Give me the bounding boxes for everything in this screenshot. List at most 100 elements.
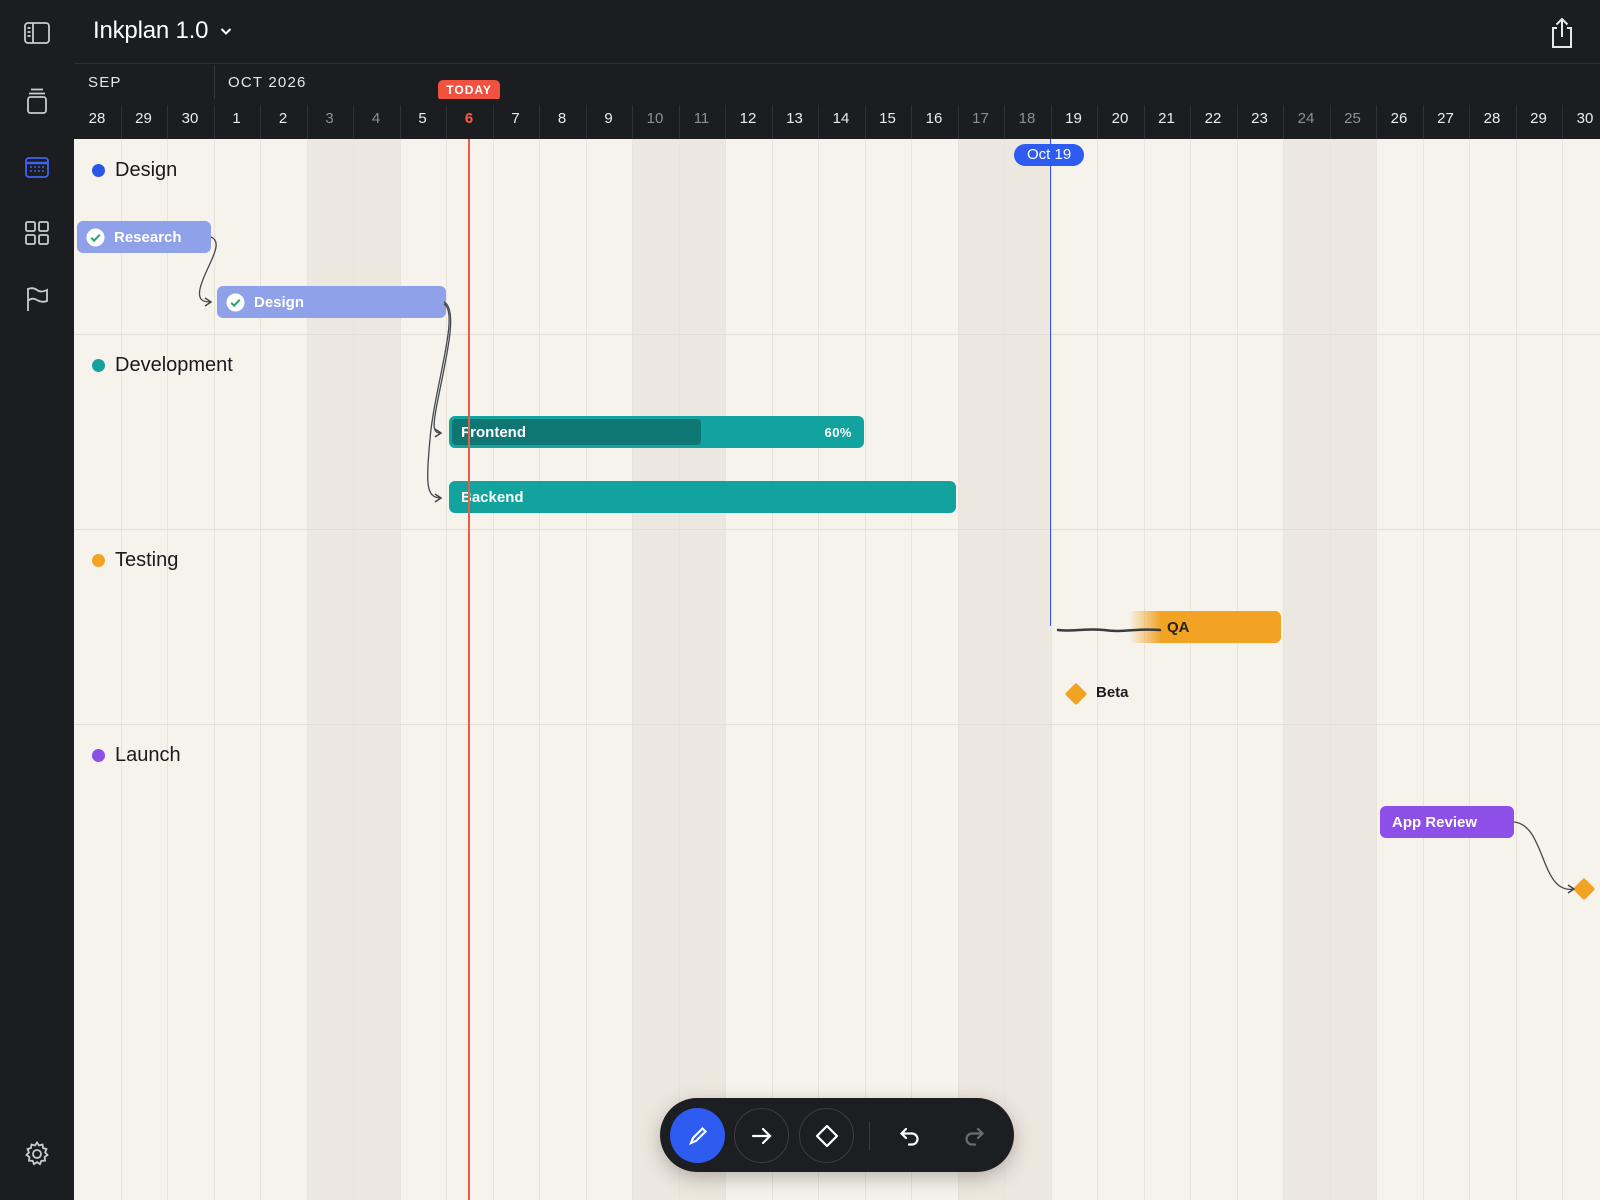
day-label[interactable]: 7 — [493, 110, 539, 127]
group-title-label: Testing — [115, 549, 179, 571]
day-divider — [1516, 105, 1517, 139]
task-label: Research — [114, 228, 182, 246]
grid-column-line — [632, 139, 633, 1200]
calendar-icon[interactable] — [17, 147, 57, 187]
day-label[interactable]: 27 — [1423, 110, 1469, 127]
day-label[interactable]: 28 — [74, 110, 120, 127]
milestone-diamond-launch[interactable] — [1572, 877, 1596, 901]
day-label[interactable]: 4 — [353, 110, 399, 127]
sidebar-toggle-icon[interactable] — [17, 13, 57, 53]
grid-icon[interactable] — [17, 213, 57, 253]
gear-icon[interactable] — [17, 1134, 57, 1174]
task-bar-qa[interactable]: QA — [1129, 611, 1281, 643]
task-label: Design — [254, 293, 305, 311]
group-color-dot — [92, 164, 105, 177]
grid-column-line — [1144, 139, 1145, 1200]
task-label: Frontend — [461, 423, 526, 441]
day-label[interactable]: 28 — [1469, 110, 1515, 127]
check-circle-icon — [226, 292, 245, 312]
group-color-dot — [92, 749, 105, 762]
day-divider — [214, 105, 215, 139]
group-title-launch[interactable]: Launch — [92, 744, 181, 767]
grid-column-line — [1004, 139, 1005, 1200]
day-label[interactable]: 9 — [586, 110, 632, 127]
redo-icon — [964, 1127, 984, 1146]
share-icon[interactable] — [1546, 16, 1578, 50]
group-divider — [74, 529, 1600, 530]
milestone-tool-button[interactable] — [799, 1108, 854, 1163]
today-badge[interactable]: TODAY — [438, 80, 500, 101]
day-label[interactable]: 23 — [1237, 110, 1283, 127]
arrow-right-icon — [751, 1127, 772, 1144]
pencil-tool-button[interactable] — [670, 1108, 725, 1163]
flag-icon[interactable] — [17, 279, 57, 319]
project-title-dropdown[interactable]: Inkplan 1.0 — [93, 17, 234, 45]
date-marker-line[interactable] — [1050, 139, 1051, 626]
day-divider — [725, 105, 726, 139]
grid-column-line — [725, 139, 726, 1200]
day-label[interactable]: 12 — [725, 110, 771, 127]
task-bar-research[interactable]: Research — [77, 221, 211, 253]
day-label[interactable]: 25 — [1330, 110, 1376, 127]
day-label[interactable]: 6 — [446, 110, 492, 127]
group-title-design[interactable]: Design — [92, 159, 177, 182]
grid-column-line — [1283, 139, 1284, 1200]
redo-button[interactable] — [946, 1108, 1001, 1163]
milestone-diamond-beta[interactable] — [1064, 682, 1088, 706]
day-label[interactable]: 11 — [679, 110, 725, 127]
date-marker-badge[interactable]: Oct 19 — [1014, 144, 1085, 166]
day-label[interactable]: 2 — [260, 110, 306, 127]
grid-column-line — [1237, 139, 1238, 1200]
day-header: 28 29 30 1 2 3 4 5 6 7 8 9 10 11 12 13 14 15 16 17 18 19 20 21 2… — [74, 99, 1600, 139]
trash-icon[interactable] — [17, 81, 57, 121]
day-divider — [446, 105, 447, 139]
day-label[interactable]: 8 — [539, 110, 585, 127]
grid-column-line — [865, 139, 866, 1200]
day-label[interactable]: 1 — [214, 110, 260, 127]
grid-column-line — [446, 139, 447, 1200]
grid-column-line — [1423, 139, 1424, 1200]
day-label[interactable]: 24 — [1283, 110, 1329, 127]
day-label[interactable]: 16 — [911, 110, 957, 127]
arrow-tool-button[interactable] — [734, 1108, 789, 1163]
day-label[interactable]: 21 — [1144, 110, 1190, 127]
day-label[interactable]: 30 — [167, 110, 213, 127]
day-divider — [1423, 105, 1424, 139]
grid-column-line — [167, 139, 168, 1200]
group-title-testing[interactable]: Testing — [92, 549, 178, 572]
group-title-label: Launch — [115, 744, 181, 766]
day-label[interactable]: 19 — [1051, 110, 1097, 127]
day-label[interactable]: 5 — [400, 110, 446, 127]
grid-column-line — [1330, 139, 1331, 1200]
day-label[interactable]: 22 — [1190, 110, 1236, 127]
grid-column-line — [1190, 139, 1191, 1200]
day-divider — [1190, 105, 1191, 139]
group-title-development[interactable]: Development — [92, 354, 233, 377]
task-bar-frontend[interactable]: Frontend 60% — [449, 416, 864, 448]
month-header: SEP OCT 2026 — [74, 65, 1600, 99]
day-label[interactable]: 3 — [307, 110, 353, 127]
day-label[interactable]: 15 — [865, 110, 911, 127]
day-label[interactable]: 14 — [818, 110, 864, 127]
day-label[interactable]: 29 — [1516, 110, 1562, 127]
month-label-oct: OCT 2026 — [228, 74, 307, 91]
day-label[interactable]: 18 — [1004, 110, 1050, 127]
task-bar-backend[interactable]: Backend — [449, 481, 956, 513]
day-label[interactable]: 29 — [121, 110, 167, 127]
day-label[interactable]: 17 — [958, 110, 1004, 127]
day-divider — [1144, 105, 1145, 139]
day-label[interactable]: 30 — [1562, 110, 1600, 127]
day-label[interactable]: 10 — [632, 110, 678, 127]
day-label[interactable]: 20 — [1097, 110, 1143, 127]
gantt-canvas[interactable]: Design Development Testing Launch Resear… — [74, 139, 1600, 1200]
undo-button[interactable] — [882, 1108, 937, 1163]
chevron-down-icon — [221, 28, 232, 35]
arrowhead — [204, 297, 213, 307]
task-bar-design[interactable]: Design — [217, 286, 446, 318]
day-divider — [1097, 105, 1098, 139]
day-label[interactable]: 13 — [772, 110, 818, 127]
check-circle-icon — [86, 227, 105, 247]
task-bar-app-review[interactable]: App Review — [1380, 806, 1514, 838]
day-label[interactable]: 26 — [1376, 110, 1422, 127]
day-divider — [818, 105, 819, 139]
